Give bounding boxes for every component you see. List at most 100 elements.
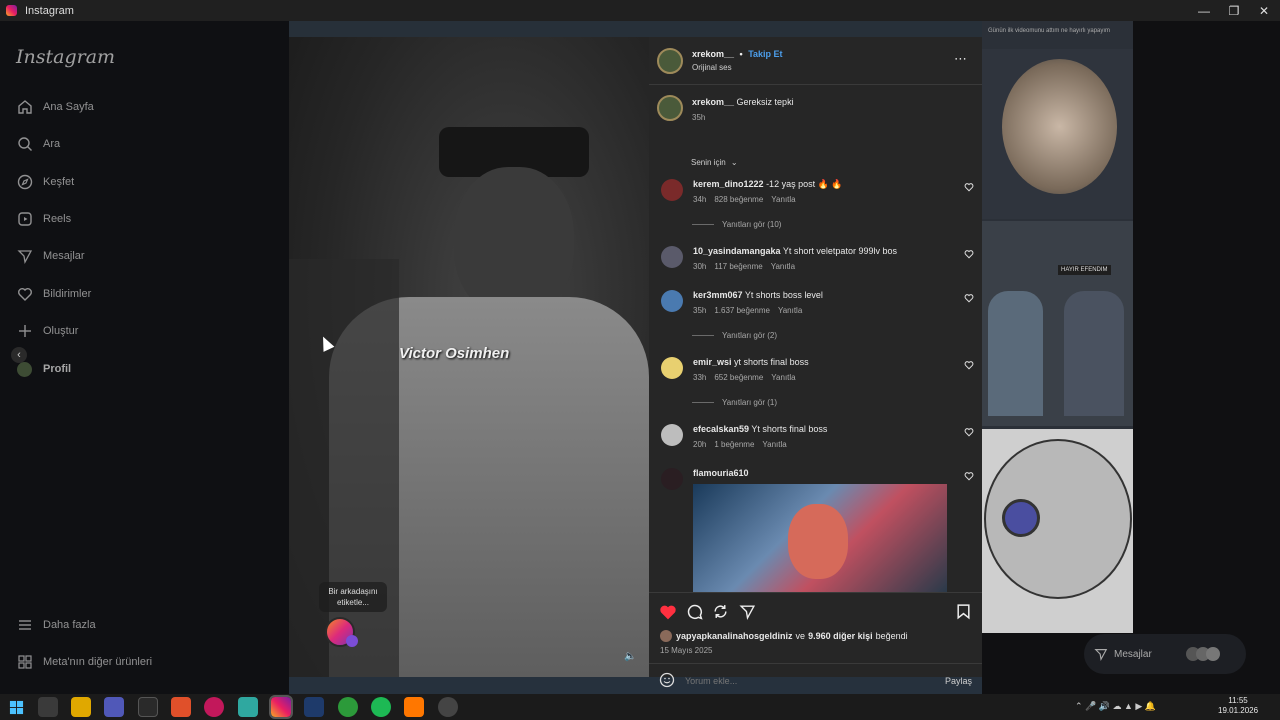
comment-like-icon[interactable] bbox=[964, 471, 974, 481]
view-replies-button[interactable]: Yanıtları gör (10) bbox=[692, 220, 781, 229]
spotify-icon[interactable] bbox=[371, 697, 391, 717]
sidebar-item-explore[interactable]: Keşfet bbox=[16, 172, 74, 192]
liked-by-count[interactable]: 9.960 diğer kişi bbox=[808, 631, 873, 641]
comment-like-icon[interactable] bbox=[964, 182, 974, 192]
comment-like-icon[interactable] bbox=[964, 360, 974, 370]
reply-button[interactable]: Yanıtla bbox=[771, 195, 795, 204]
more-icon[interactable]: ⋯ bbox=[954, 51, 968, 67]
save-bookmark-icon[interactable] bbox=[955, 603, 972, 620]
xbox-icon[interactable] bbox=[338, 697, 358, 717]
comment-likes[interactable]: 1 beğenme bbox=[714, 440, 754, 449]
sidebar-item-label: Profil bbox=[43, 363, 72, 375]
commenter-avatar[interactable] bbox=[661, 179, 683, 201]
media-player-icon[interactable] bbox=[204, 697, 224, 717]
sidebar-item-reels[interactable]: Reels bbox=[16, 209, 71, 229]
instagram-app-icon bbox=[6, 5, 17, 16]
commenter-avatar[interactable] bbox=[661, 246, 683, 268]
instagram-logo[interactable]: Instagram bbox=[16, 46, 115, 68]
view-replies-button[interactable]: Yanıtları gör (1) bbox=[692, 398, 777, 407]
obs-icon[interactable] bbox=[438, 697, 458, 717]
reply-button[interactable]: Yanıtla bbox=[771, 373, 795, 382]
liked-by: yapyapkanalinahosgeldiniz ve 9.960 diğer… bbox=[660, 630, 908, 642]
instagram-taskbar-icon[interactable] bbox=[269, 695, 293, 719]
commenter-username[interactable]: 10_yasindamangaka bbox=[693, 246, 781, 256]
sidebar-item-notifications[interactable]: Bildirimler bbox=[16, 284, 91, 304]
commenter-avatar[interactable] bbox=[661, 357, 683, 379]
author-username[interactable]: xrekom__ bbox=[692, 49, 734, 59]
comment-likes[interactable]: 1.637 beğenme bbox=[714, 306, 770, 315]
liked-by-user[interactable]: yapyapkanalinahosgeldiniz bbox=[676, 631, 793, 641]
start-button[interactable] bbox=[6, 697, 26, 717]
commenter-avatar[interactable] bbox=[661, 290, 683, 312]
liked-by-mid: ve bbox=[795, 631, 806, 641]
comment-like-icon[interactable] bbox=[964, 293, 974, 303]
meme-label: HAYIR EFENDIM bbox=[1058, 265, 1111, 275]
tag-friend-tooltip: Bir arkadaşını etiketle... bbox=[319, 582, 387, 612]
comment-gif-image[interactable] bbox=[693, 484, 947, 592]
follow-button[interactable]: Takip Et bbox=[748, 49, 782, 59]
commenter-username[interactable]: emir_wsi bbox=[693, 357, 732, 367]
right-cartoon-tile[interactable] bbox=[982, 429, 1133, 633]
previous-post-button[interactable]: ‹ bbox=[11, 347, 27, 363]
sidebar-item-home[interactable]: Ana Sayfa bbox=[16, 97, 94, 117]
right-video-tile[interactable] bbox=[982, 49, 1133, 219]
commenter-username[interactable]: efecalskan59 bbox=[693, 424, 749, 434]
emoji-icon[interactable] bbox=[659, 672, 675, 688]
liked-heart-icon[interactable] bbox=[659, 603, 677, 621]
messages-floating-button[interactable]: Mesajlar bbox=[1084, 634, 1246, 674]
taskbar-clock[interactable]: 11:55 19.01.2026 bbox=[1218, 696, 1258, 716]
speaker-icon[interactable]: 🔈 bbox=[624, 651, 638, 665]
liker-avatar[interactable] bbox=[660, 630, 672, 642]
commenter-username[interactable]: ker3mm067 bbox=[693, 290, 743, 300]
chevron-down-icon: ⌄ bbox=[730, 158, 738, 167]
brave-browser-icon[interactable] bbox=[171, 697, 191, 717]
share-icon[interactable] bbox=[739, 603, 756, 620]
view-replies-button[interactable]: Yanıtları gör (2) bbox=[692, 331, 777, 340]
comment-likes[interactable]: 652 beğenme bbox=[714, 373, 763, 382]
comment-like-icon[interactable] bbox=[964, 427, 974, 437]
caption-text: Gereksiz tepki bbox=[736, 97, 794, 107]
commenter-username[interactable]: flamouria610 bbox=[693, 468, 749, 478]
sidebar-item-profile[interactable]: Profil bbox=[16, 359, 71, 379]
commenter-username[interactable]: kerem_dino1222 bbox=[693, 179, 764, 189]
restore-button[interactable]: ❐ bbox=[1219, 0, 1249, 21]
caption-username[interactable]: xrekom__ bbox=[692, 97, 734, 107]
sidebar-item-meta-products[interactable]: Meta'nın diğer ürünleri bbox=[16, 652, 152, 672]
sidebar-item-more[interactable]: Daha fazla bbox=[16, 615, 96, 635]
file-explorer-icon[interactable] bbox=[71, 697, 91, 717]
post-comment-button[interactable]: Paylaş bbox=[945, 676, 972, 686]
post-panel: xrekom__ • Takip Et Orijinal ses ⋯ xreko… bbox=[649, 37, 982, 688]
right-margin bbox=[1133, 21, 1280, 694]
window-close-button[interactable]: ✕ bbox=[1249, 0, 1279, 21]
comment-likes[interactable]: 828 beğenme bbox=[714, 195, 763, 204]
caption-time: 35h bbox=[692, 113, 706, 122]
comment-icon[interactable] bbox=[686, 603, 703, 620]
original-audio-link[interactable]: Orijinal ses bbox=[692, 63, 732, 72]
reply-button[interactable]: Yanıtla bbox=[771, 262, 795, 271]
reply-button[interactable]: Yanıtla bbox=[762, 440, 786, 449]
task-view-icon[interactable] bbox=[38, 697, 58, 717]
author-avatar[interactable] bbox=[657, 48, 683, 74]
app-icon[interactable] bbox=[304, 697, 324, 717]
sidebar-item-messages[interactable]: Mesajlar bbox=[16, 246, 85, 266]
comment-sort-dropdown[interactable]: Senin için ⌄ bbox=[691, 158, 738, 167]
teams-icon[interactable] bbox=[104, 697, 124, 717]
caption-avatar[interactable] bbox=[657, 95, 683, 121]
commenter-avatar[interactable] bbox=[661, 468, 683, 490]
system-tray-icons[interactable]: ⌃ 🎤 🔊 ☁ ▲ ▶ 🔔 bbox=[1075, 701, 1156, 712]
minimize-button[interactable]: — bbox=[1189, 0, 1219, 21]
soundcloud-icon[interactable] bbox=[404, 697, 424, 717]
commenter-avatar[interactable] bbox=[661, 424, 683, 446]
repost-icon[interactable] bbox=[712, 603, 729, 620]
terminal-icon[interactable] bbox=[138, 697, 158, 717]
comment-likes[interactable]: 117 beğenme bbox=[714, 262, 762, 271]
comment-input[interactable] bbox=[685, 673, 925, 688]
sidebar-item-create[interactable]: Oluştur bbox=[16, 321, 78, 341]
editor-icon[interactable] bbox=[238, 697, 258, 717]
right-meme-tile[interactable]: HAYIR EFENDIM bbox=[982, 221, 1133, 426]
sidebar-item-search[interactable]: Ara bbox=[16, 134, 60, 154]
profile-avatar bbox=[16, 361, 33, 378]
comment-like-icon[interactable] bbox=[964, 249, 974, 259]
reply-button[interactable]: Yanıtla bbox=[778, 306, 802, 315]
reel-video[interactable]: Victor Osimhen Bir arkadaşını etiketle..… bbox=[289, 37, 649, 677]
